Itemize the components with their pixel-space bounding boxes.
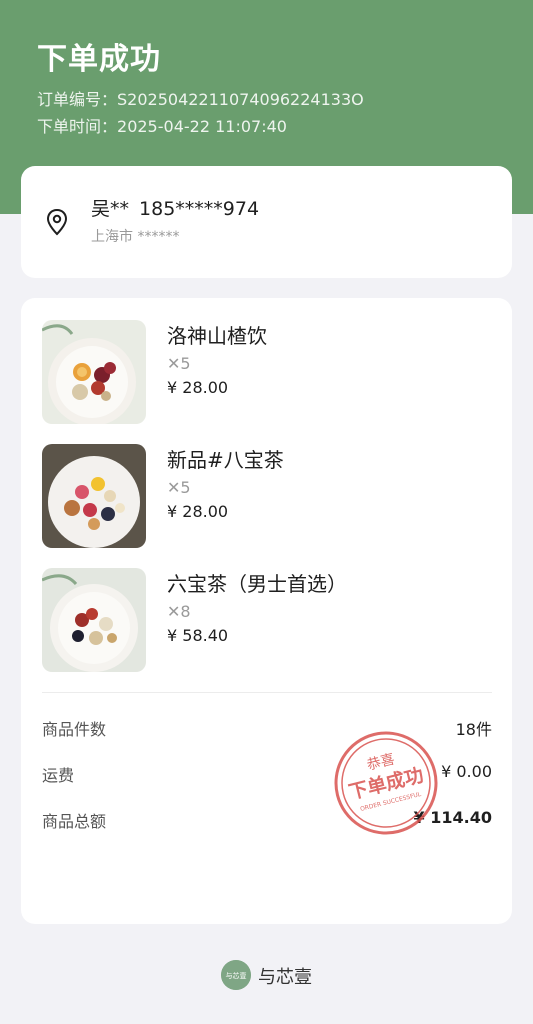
brand-logo-icon: 与芯壹 <box>221 960 251 990</box>
product-quantity: ✕5 <box>167 478 191 497</box>
order-items-card: 洛神山楂饮 ✕5 ¥ 28.00 新品#八宝茶 ✕5 ¥ 28.00 六宝茶（男… <box>21 298 512 924</box>
recipient-phone: 185*****974 <box>139 198 260 220</box>
recipient-address: 上海市 ****** <box>91 229 180 245</box>
recipient-name: 吴** <box>91 198 130 220</box>
product-price: ¥ 58.40 <box>167 626 229 645</box>
order-time-value: 2025-04-22 11:07:40 <box>117 117 287 136</box>
product-name: 洛神山楂饮 <box>167 324 267 348</box>
summary-count-value: 18件 <box>455 720 492 739</box>
recipient-line: 吴** 185*****974 <box>91 194 259 221</box>
location-pin-icon <box>46 208 68 236</box>
divider <box>42 692 492 693</box>
product-price: ¥ 28.00 <box>167 502 229 521</box>
product-quantity: ✕8 <box>167 602 191 621</box>
brand-name: 与芯壹 <box>258 967 312 988</box>
product-name: 六宝茶（男士首选） <box>167 572 347 596</box>
summary-count-label: 商品件数 <box>42 720 107 739</box>
summary-shipping-label: 运费 <box>42 766 75 785</box>
address-card: 吴** 185*****974 上海市 ****** <box>21 166 512 278</box>
order-number-value: S2025042211074096224133O <box>117 90 364 109</box>
brand-footer: 与芯壹 与芯壹 <box>0 958 533 992</box>
product-image <box>42 444 146 548</box>
product-price: ¥ 28.00 <box>167 378 229 397</box>
brand-logo-text: 与芯壹 <box>226 971 247 980</box>
order-time-label: 下单时间： <box>37 117 118 136</box>
product-quantity: ✕5 <box>167 354 191 373</box>
order-success-stamp: 恭喜 下单成功 ORDER SUCCESSFUL <box>334 731 438 835</box>
order-number: 订单编号：S2025042211074096224133O <box>37 86 364 110</box>
summary-shipping-value: ¥ 0.00 <box>441 762 492 781</box>
summary-total-label: 商品总额 <box>42 812 107 831</box>
page-title: 下单成功 <box>37 42 161 77</box>
order-time: 下单时间：2025-04-22 11:07:40 <box>37 113 287 137</box>
product-image <box>42 568 146 672</box>
order-number-label: 订单编号： <box>37 90 118 109</box>
product-image <box>42 320 146 424</box>
product-name: 新品#八宝茶 <box>167 448 284 472</box>
order-item[interactable]: 新品#八宝茶 ✕5 ¥ 28.00 <box>42 444 492 548</box>
order-item[interactable]: 六宝茶（男士首选） ✕8 ¥ 58.40 <box>42 568 492 672</box>
order-item[interactable]: 洛神山楂饮 ✕5 ¥ 28.00 <box>42 320 492 424</box>
